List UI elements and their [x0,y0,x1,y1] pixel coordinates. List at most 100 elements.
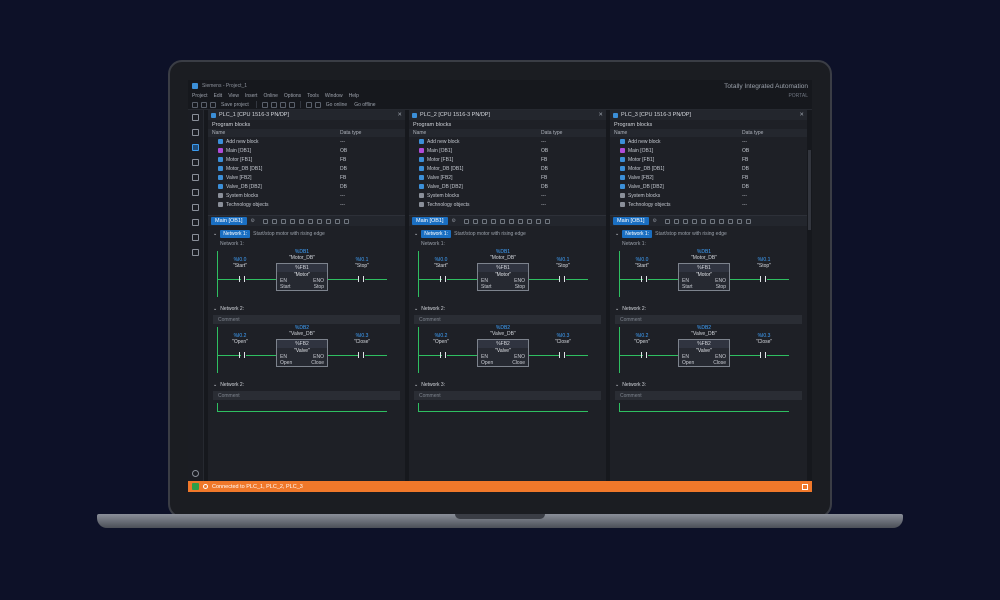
chevron-down-icon[interactable]: ⌄ [615,306,619,312]
coil-icon[interactable] [491,218,496,224]
editor-tool-icon[interactable]: ⚙ [452,218,456,224]
contact-icon[interactable] [281,218,286,224]
chevron-down-icon[interactable]: ⌄ [615,382,619,388]
editor-tool-icon[interactable]: ⚙ [653,218,657,224]
function-block[interactable]: %FB1 "Motor" EN ENO Start Stop [477,263,529,291]
no-contact[interactable] [641,352,647,358]
paste-icon[interactable] [279,101,286,108]
delete-network-icon[interactable] [272,218,277,224]
connections-icon[interactable] [192,219,199,226]
network-1-header[interactable]: ⌄ Network 1: Start/stop motor with risin… [208,229,405,239]
more-icon[interactable] [344,218,349,224]
zoom-icon[interactable] [737,218,742,224]
network-3-header[interactable]: ⌄ Network 2: [208,380,405,390]
contact-icon[interactable] [683,218,688,224]
close-icon[interactable]: ✕ [397,112,402,118]
branch-icon[interactable] [509,218,514,224]
new-project-icon[interactable] [192,101,198,108]
chevron-down-icon[interactable]: ⌄ [213,231,217,237]
box-icon[interactable] [299,218,304,224]
program-block-row[interactable]: Add new block --- [208,137,405,146]
menu-project[interactable]: Project [192,93,208,99]
menu-options[interactable]: Options [284,93,301,99]
program-block-row[interactable]: Valve_DB [DB2] DB [409,182,606,191]
network-1-title[interactable]: Start/stop motor with rising edge [655,231,727,237]
diagnostics-icon[interactable] [192,234,199,241]
tab-main-ob1[interactable]: Main [OB1] [412,217,448,225]
branch-icon[interactable] [710,218,715,224]
network-2-comment[interactable]: Comment [414,315,601,324]
more-icon[interactable] [545,218,550,224]
program-block-row[interactable]: Valve_DB [DB2] DB [208,182,405,191]
zoom-icon[interactable] [335,218,340,224]
chevron-down-icon[interactable]: ⌄ [213,306,217,312]
menu-edit[interactable]: Edit [214,93,223,99]
program-block-row[interactable]: System blocks --- [208,191,405,200]
program-block-row[interactable]: System blocks --- [610,191,807,200]
program-block-row[interactable]: Motor_DB [DB1] DB [610,164,807,173]
menu-view[interactable]: View [228,93,239,99]
network-3-header[interactable]: ⌄ Network 3: [610,380,807,390]
menu-window[interactable]: Window [325,93,343,99]
network-view-icon[interactable] [192,129,199,136]
program-block-row[interactable]: Valve [FB2] FB [409,173,606,182]
program-block-row[interactable]: Valve_DB [DB2] DB [610,182,807,191]
network-2-header[interactable]: ⌄ Network 2: [610,304,807,314]
close-icon[interactable]: ✕ [799,112,804,118]
nc-contact[interactable] [760,276,766,282]
function-block[interactable]: %FB2 "Valve" EN ENO Open Close [678,339,730,367]
program-block-row[interactable]: Valve [FB2] FB [208,173,405,182]
box-icon[interactable] [500,218,505,224]
chevron-down-icon[interactable]: ⌄ [414,231,418,237]
tab-main-ob1[interactable]: Main [OB1] [613,217,649,225]
tags-icon[interactable] [192,159,199,166]
contact-icon[interactable] [482,218,487,224]
menu-online[interactable]: Online [263,93,277,99]
copy-icon[interactable] [270,101,277,108]
more-icon[interactable] [746,218,751,224]
program-block-row[interactable]: Technology objects --- [409,200,606,209]
vertical-scrollbar[interactable] [808,150,811,230]
delete-network-icon[interactable] [473,218,478,224]
network-2-comment[interactable]: Comment [615,315,802,324]
go-offline-button[interactable]: Go offline [354,102,375,108]
function-block[interactable]: %FB1 "Motor" EN ENO Start Stop [678,263,730,291]
network-2-header[interactable]: ⌄ Network 2: [208,304,405,314]
function-block[interactable]: %FB1 "Motor" EN ENO Start Stop [276,263,328,291]
program-block-row[interactable]: Main [OB1] OB [610,146,807,155]
program-block-row[interactable]: Main [OB1] OB [208,146,405,155]
menu-help[interactable]: Help [349,93,359,99]
program-block-row[interactable]: Motor_DB [DB1] DB [409,164,606,173]
network-3-comment[interactable]: Comment [615,391,802,400]
branch-icon[interactable] [308,218,313,224]
help-icon[interactable] [192,470,199,477]
no-contact[interactable] [239,276,245,282]
editor-tool-icon[interactable]: ⚙ [251,218,255,224]
monitor-icon[interactable] [728,218,733,224]
library-icon[interactable] [192,189,199,196]
network-1-header[interactable]: ⌄ Network 1: Start/stop motor with risin… [409,229,606,239]
program-block-row[interactable]: Motor_DB [DB1] DB [208,164,405,173]
close-branch-icon[interactable] [719,218,724,224]
network-3-header[interactable]: ⌄ Network 3: [409,380,606,390]
compile-icon[interactable] [305,101,312,108]
program-block-row[interactable]: Add new block --- [409,137,606,146]
program-block-row[interactable]: Motor [FB1] FB [409,155,606,164]
program-block-row[interactable]: System blocks --- [409,191,606,200]
status-panel-icon[interactable] [802,483,808,490]
zoom-icon[interactable] [536,218,541,224]
function-block[interactable]: %FB2 "Valve" EN ENO Open Close [477,339,529,367]
nc-contact[interactable] [559,276,565,282]
menu-insert[interactable]: Insert [245,93,258,99]
menu-tools[interactable]: Tools [307,93,319,99]
program-block-row[interactable]: Valve [FB2] FB [610,173,807,182]
coil-icon[interactable] [290,218,295,224]
delete-network-icon[interactable] [674,218,679,224]
program-blocks-icon[interactable] [192,144,199,151]
network-2-comment[interactable]: Comment [213,315,400,324]
network-3-comment[interactable]: Comment [414,391,601,400]
network-1-header[interactable]: ⌄ Network 1: Start/stop motor with risin… [610,229,807,239]
nc-contact[interactable] [559,352,565,358]
nc-contact[interactable] [358,276,364,282]
insert-network-icon[interactable] [665,218,670,224]
